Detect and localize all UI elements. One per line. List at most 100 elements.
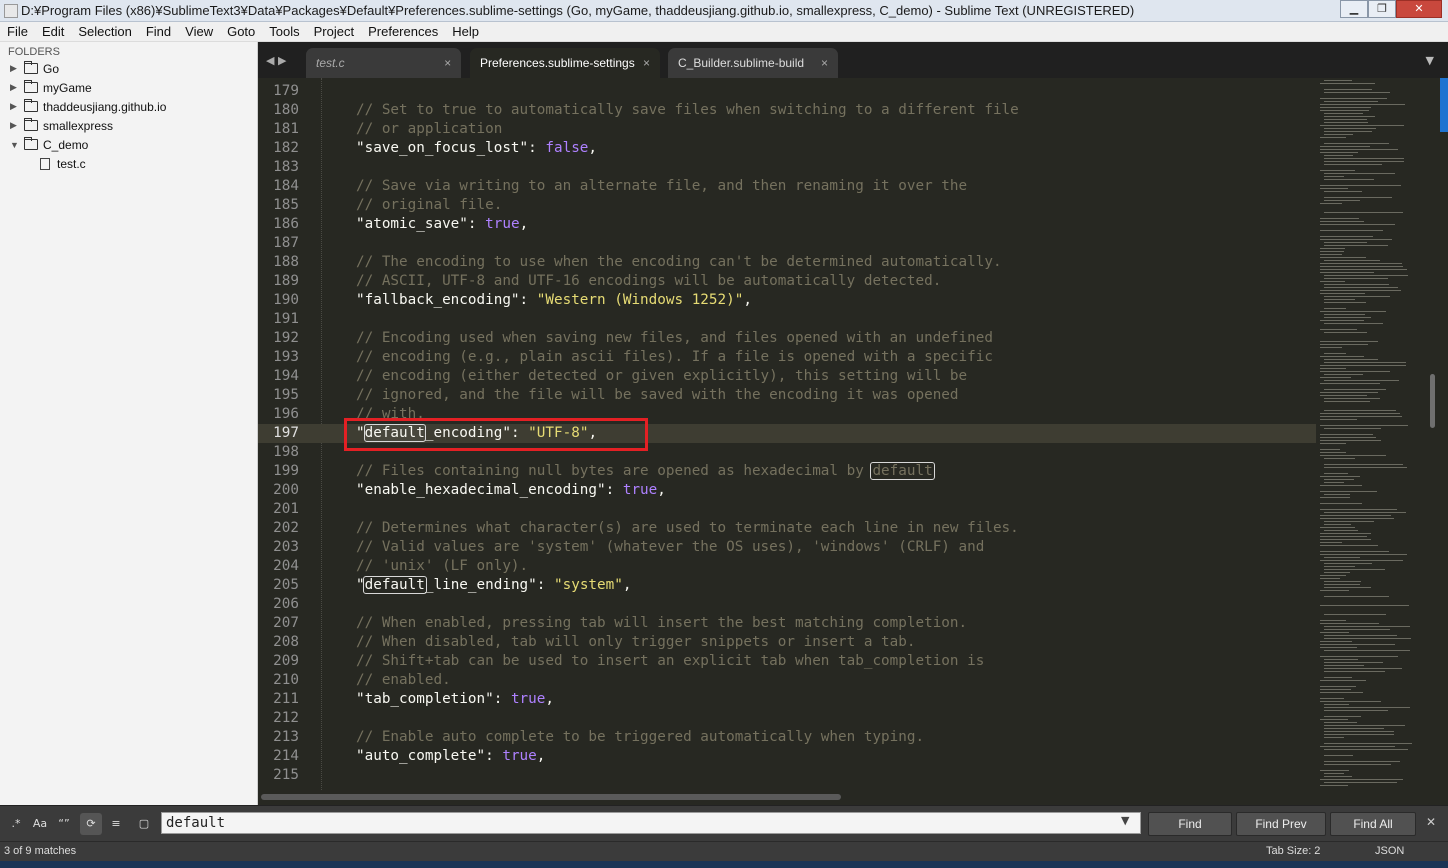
line-number[interactable]: 202 <box>258 519 299 538</box>
expand-arrow-icon[interactable]: ▶ <box>10 82 20 93</box>
line-number[interactable]: 187 <box>258 234 299 253</box>
line-number[interactable]: 190 <box>258 291 299 310</box>
code-line[interactable]: // Shift+tab can be used to insert an ex… <box>356 652 984 671</box>
code-line[interactable]: // Valid values are 'system' (whatever t… <box>356 538 984 557</box>
code-line[interactable]: "auto_complete": true, <box>356 747 545 766</box>
line-number[interactable]: 186 <box>258 215 299 234</box>
vertical-scrollbar[interactable] <box>1424 78 1448 790</box>
code-line[interactable]: "fallback_encoding": "Western (Windows 1… <box>356 291 752 310</box>
sidebar-folder-go[interactable]: ▶ Go <box>0 59 257 78</box>
line-number[interactable]: 179 <box>258 82 299 101</box>
code-line[interactable]: // The encoding to use when the encoding… <box>356 253 1002 272</box>
line-number[interactable]: 207 <box>258 614 299 633</box>
line-number[interactable]: 209 <box>258 652 299 671</box>
code-line[interactable]: // Encoding used when saving new files, … <box>356 329 993 348</box>
line-number[interactable]: 199 <box>258 462 299 481</box>
sidebar-folder-smallexpress[interactable]: ▶ smallexpress <box>0 116 257 135</box>
code-line[interactable]: "tab_completion": true, <box>356 690 554 709</box>
tab-preferences-settings[interactable]: Preferences.sublime-settings × <box>470 48 660 78</box>
horizontal-scrollbar[interactable] <box>258 790 1448 805</box>
menu-project[interactable]: Project <box>307 24 361 39</box>
line-number[interactable]: 188 <box>258 253 299 272</box>
line-number[interactable]: 201 <box>258 500 299 519</box>
line-number[interactable]: 180 <box>258 101 299 120</box>
collapse-arrow-icon[interactable]: ▼ <box>10 140 20 150</box>
line-number[interactable]: 211 <box>258 690 299 709</box>
regex-toggle[interactable]: .* <box>5 813 27 835</box>
menu-goto[interactable]: Goto <box>220 24 262 39</box>
code-line[interactable]: // or application <box>356 120 502 139</box>
menu-edit[interactable]: Edit <box>35 24 71 39</box>
whole-word-toggle[interactable]: “” <box>53 813 75 835</box>
find-history-dropdown-icon[interactable]: ▼ <box>1121 814 1129 827</box>
line-number[interactable]: 194 <box>258 367 299 386</box>
sidebar-folder-c-demo[interactable]: ▼ C_demo <box>0 135 257 154</box>
line-number[interactable]: 189 <box>258 272 299 291</box>
code-line[interactable]: // encoding (either detected or given ex… <box>356 367 967 386</box>
code-line[interactable]: // ASCII, UTF-8 and UTF-16 encodings wil… <box>356 272 941 291</box>
code-line[interactable]: // 'unix' (LF only). <box>356 557 528 576</box>
code-line[interactable]: // encoding (e.g., plain ascii files). I… <box>356 348 993 367</box>
horizontal-scroll-thumb[interactable] <box>261 794 841 800</box>
in-selection-toggle-icon[interactable]: ≡ <box>105 813 127 835</box>
menu-file[interactable]: File <box>0 24 35 39</box>
menu-find[interactable]: Find <box>139 24 178 39</box>
line-number[interactable]: 198 <box>258 443 299 462</box>
line-number[interactable]: 200 <box>258 481 299 500</box>
line-number[interactable]: 197 <box>258 424 299 443</box>
minimize-button[interactable]: ▁ <box>1340 0 1368 18</box>
code-line[interactable]: "default_line_ending": "system", <box>356 576 631 595</box>
code-line[interactable]: "atomic_save": true, <box>356 215 528 234</box>
line-number[interactable]: 214 <box>258 747 299 766</box>
line-number[interactable]: 212 <box>258 709 299 728</box>
code-line[interactable]: // Enable auto complete to be triggered … <box>356 728 924 747</box>
line-number[interactable]: 215 <box>258 766 299 785</box>
wrap-toggle-icon[interactable]: ⟳ <box>80 813 102 835</box>
code-line[interactable]: "save_on_focus_lost": false, <box>356 139 597 158</box>
line-number[interactable]: 181 <box>258 120 299 139</box>
expand-arrow-icon[interactable]: ▶ <box>10 63 20 74</box>
line-number[interactable]: 196 <box>258 405 299 424</box>
line-number[interactable]: 183 <box>258 158 299 177</box>
expand-arrow-icon[interactable]: ▶ <box>10 101 20 112</box>
tab-size-indicator[interactable]: Tab Size: 2 <box>1266 845 1320 857</box>
sidebar-folder-mygame[interactable]: ▶ myGame <box>0 78 257 97</box>
find-button[interactable]: Find <box>1148 812 1232 836</box>
code-line[interactable]: // When disabled, tab will only trigger … <box>356 633 915 652</box>
maximize-button[interactable]: ❐ <box>1368 0 1396 18</box>
expand-arrow-icon[interactable]: ▶ <box>10 120 20 131</box>
menu-selection[interactable]: Selection <box>71 24 138 39</box>
menu-preferences[interactable]: Preferences <box>361 24 445 39</box>
tab-list-dropdown-icon[interactable]: ▼ <box>1426 54 1434 67</box>
menu-view[interactable]: View <box>178 24 220 39</box>
code-line[interactable]: // When enabled, pressing tab will inser… <box>356 614 967 633</box>
find-all-button[interactable]: Find All <box>1330 812 1416 836</box>
line-number[interactable]: 195 <box>258 386 299 405</box>
line-number[interactable]: 206 <box>258 595 299 614</box>
line-number[interactable]: 210 <box>258 671 299 690</box>
sidebar-folder-thaddeusjiang[interactable]: ▶ thaddeusjiang.github.io <box>0 97 257 116</box>
close-tab-icon[interactable]: × <box>643 56 650 70</box>
code-line[interactable]: "enable_hexadecimal_encoding": true, <box>356 481 666 500</box>
minimap[interactable] <box>1316 78 1424 790</box>
tab-test-c[interactable]: test.c × <box>306 48 461 78</box>
close-find-panel-icon[interactable]: ✕ <box>1426 815 1436 829</box>
line-number[interactable]: 203 <box>258 538 299 557</box>
line-number[interactable]: 213 <box>258 728 299 747</box>
line-number[interactable]: 184 <box>258 177 299 196</box>
close-window-button[interactable]: ✕ <box>1396 0 1442 18</box>
close-tab-icon[interactable]: × <box>821 56 828 70</box>
code-line[interactable]: // enabled. <box>356 671 451 690</box>
tab-c-builder[interactable]: C_Builder.sublime-build × <box>668 48 838 78</box>
find-prev-button[interactable]: Find Prev <box>1236 812 1326 836</box>
menu-tools[interactable]: Tools <box>262 24 306 39</box>
line-number[interactable]: 208 <box>258 633 299 652</box>
line-number[interactable]: 182 <box>258 139 299 158</box>
line-number[interactable]: 193 <box>258 348 299 367</box>
code-line[interactable]: // ignored, and the file will be saved w… <box>356 386 959 405</box>
line-number[interactable]: 205 <box>258 576 299 595</box>
syntax-indicator[interactable]: JSON <box>1375 845 1404 857</box>
code-line[interactable]: // Set to true to automatically save fil… <box>356 101 1019 120</box>
code-line[interactable]: // Save via writing to an alternate file… <box>356 177 967 196</box>
vertical-scroll-thumb[interactable] <box>1430 374 1435 428</box>
